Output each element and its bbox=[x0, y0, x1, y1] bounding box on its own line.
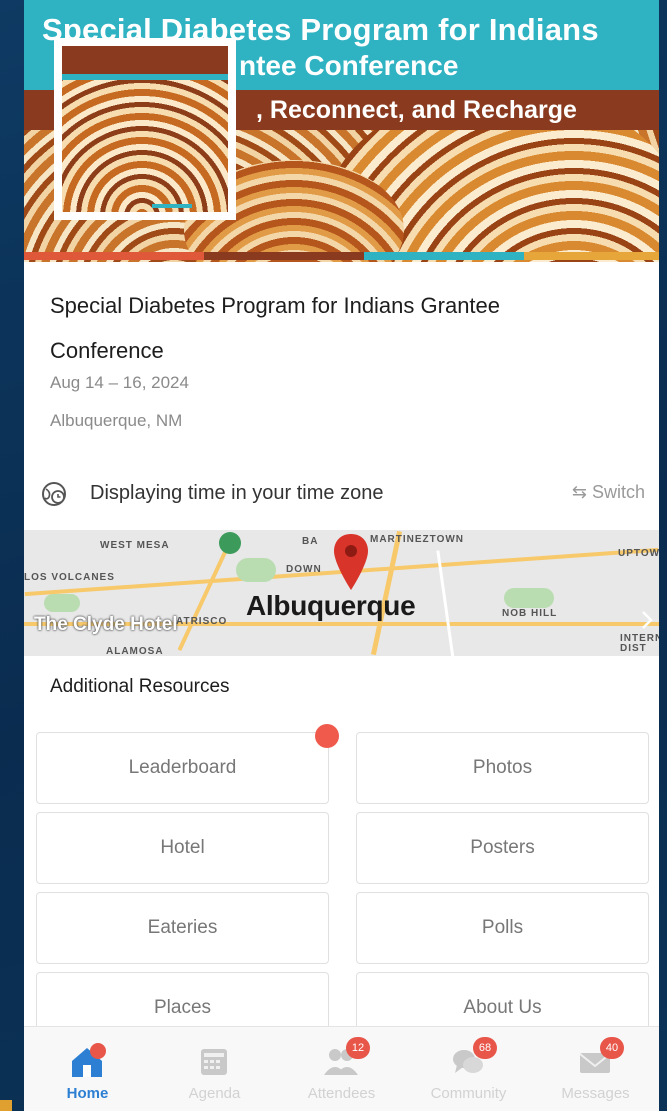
event-location: Albuquerque, NM bbox=[50, 411, 183, 430]
attendees-badge: 12 bbox=[346, 1037, 370, 1059]
event-dates: Aug 14 – 16, 2024 bbox=[50, 373, 189, 392]
map-pin-icon bbox=[334, 534, 368, 590]
notification-dot bbox=[315, 724, 339, 748]
map-park bbox=[236, 558, 276, 582]
color-stripe bbox=[204, 252, 364, 260]
tile-polls[interactable]: Polls bbox=[356, 892, 649, 964]
map-area-label: UPTOWN bbox=[618, 548, 659, 559]
map-park bbox=[504, 588, 554, 608]
attendees-icon-wrap: 12 bbox=[322, 1037, 370, 1079]
tile-leaderboard[interactable]: Leaderboard bbox=[36, 732, 329, 804]
map-city-label: Albuquerque bbox=[246, 590, 416, 621]
timezone-row: Displaying time in your time zone ⇆ Swit… bbox=[24, 472, 659, 516]
tab-agenda[interactable]: Agenda bbox=[151, 1027, 278, 1111]
messages-icon-wrap: 40 bbox=[576, 1037, 624, 1079]
map-area-label: LOS VOLCANES bbox=[24, 572, 115, 583]
venue-map[interactable]: WEST MESA LOS VOLCANES ATRISCO ALAMOSA M… bbox=[24, 530, 659, 656]
tile-posters[interactable]: Posters bbox=[356, 812, 649, 884]
bottom-tab-bar: Home Agenda 12 Attendees 68 Community 40… bbox=[24, 1026, 659, 1111]
tab-label: Attendees bbox=[307, 1085, 376, 1102]
calendar-icon bbox=[201, 1049, 227, 1075]
tab-community[interactable]: 68 Community bbox=[405, 1027, 532, 1111]
tile-eateries[interactable]: Eateries bbox=[36, 892, 329, 964]
globe-clock-icon bbox=[42, 482, 66, 506]
map-area-label: NOB HILL bbox=[502, 608, 558, 619]
color-stripe bbox=[364, 252, 524, 260]
tab-label: Messages bbox=[561, 1085, 630, 1102]
tab-label: Agenda bbox=[188, 1085, 241, 1102]
community-badge: 68 bbox=[473, 1037, 497, 1059]
banner-title-line2: ntee Conference bbox=[239, 50, 459, 81]
event-title: Special Diabetes Program for Indians Gra… bbox=[50, 293, 501, 363]
tile-photos[interactable]: Photos bbox=[356, 732, 649, 804]
map-area-label: DOWN bbox=[286, 564, 322, 575]
map-area-label: WEST MESA bbox=[100, 540, 170, 551]
home-icon bbox=[72, 1043, 106, 1077]
map-park bbox=[44, 594, 80, 612]
event-logo-thumbnail bbox=[54, 38, 236, 220]
map-area-label: ALAMOSA bbox=[106, 646, 164, 656]
switch-timezone-button[interactable]: ⇆ Switch bbox=[572, 482, 645, 503]
tab-messages[interactable]: 40 Messages bbox=[532, 1027, 659, 1111]
chevron-right-icon[interactable] bbox=[641, 610, 653, 630]
color-stripe bbox=[524, 252, 659, 260]
map-area-label: INTERN DIST bbox=[620, 633, 659, 654]
tab-home[interactable]: Home bbox=[24, 1027, 151, 1111]
tab-label: Home bbox=[66, 1085, 109, 1102]
tab-label: Community bbox=[430, 1085, 507, 1102]
messages-badge: 40 bbox=[600, 1037, 624, 1059]
color-stripe bbox=[24, 252, 204, 260]
timezone-text: Displaying time in your time zone bbox=[90, 482, 384, 504]
banner-tagline: , Reconnect, and Recharge bbox=[256, 96, 577, 124]
map-area-label: MARTINEZTOWN bbox=[370, 534, 465, 545]
app-screen: Special Diabetes Program for Indians nte… bbox=[24, 0, 659, 1111]
map-area-label: ATRISCO bbox=[176, 616, 228, 627]
tab-attendees[interactable]: 12 Attendees bbox=[278, 1027, 405, 1111]
event-banner: Special Diabetes Program for Indians nte… bbox=[24, 0, 659, 262]
map-area-label: BA bbox=[302, 536, 319, 547]
community-icon-wrap: 68 bbox=[449, 1037, 497, 1079]
additional-resources-heading: Additional Resources bbox=[50, 676, 230, 697]
background-chip bbox=[0, 1100, 12, 1111]
park-marker-icon bbox=[219, 532, 241, 554]
map-hotel-label: The Clyde Hotel bbox=[34, 614, 178, 635]
tile-hotel[interactable]: Hotel bbox=[36, 812, 329, 884]
